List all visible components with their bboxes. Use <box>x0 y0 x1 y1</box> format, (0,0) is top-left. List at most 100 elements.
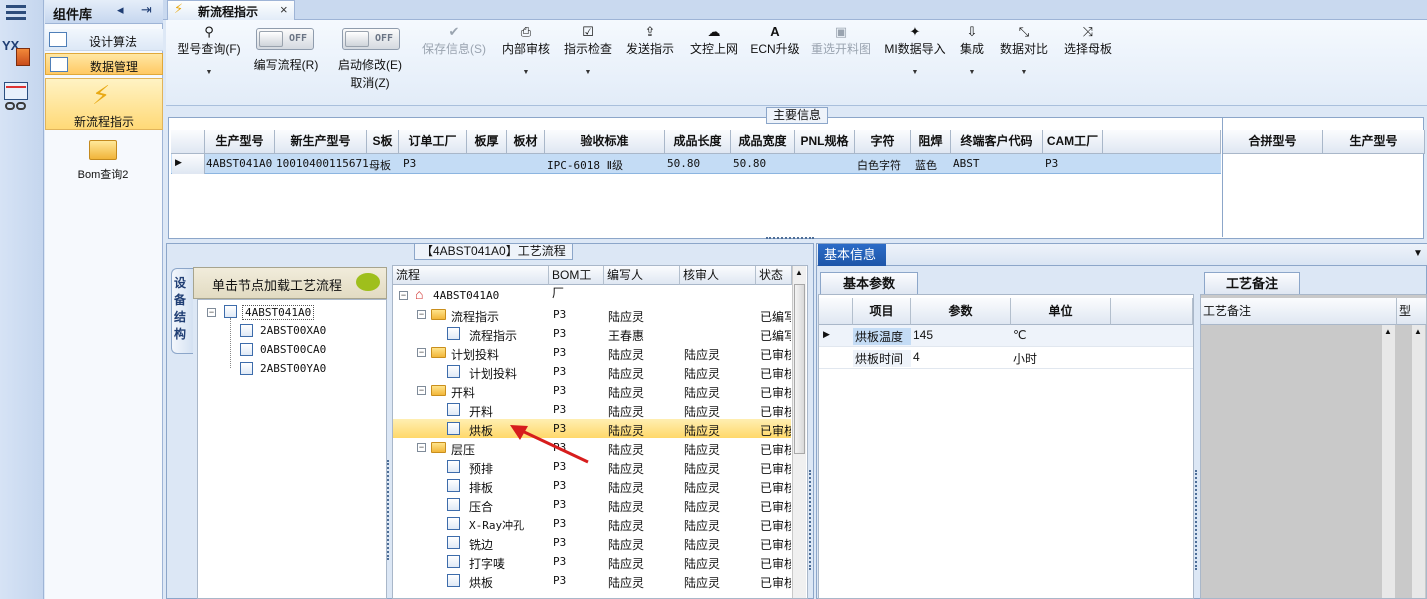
cell-bom[interactable]: P3 <box>553 574 566 587</box>
cell-reviewer[interactable]: 陆应灵 <box>684 555 720 572</box>
collapse-icon[interactable]: − <box>399 291 408 300</box>
column-header[interactable]: 阻焊 <box>911 130 951 154</box>
param-unit[interactable]: 小时 <box>1011 350 1111 367</box>
tree-grid-row[interactable]: 排板 P3 陆应灵 陆应灵 已审核 <box>393 476 791 495</box>
splitter-handle[interactable] <box>1195 470 1199 570</box>
collapse-icon[interactable]: − <box>417 443 426 452</box>
tab-basic-info[interactable]: 基本信息 <box>818 244 886 266</box>
internal-review-button[interactable]: ⎙ 内部审核 ▼ <box>500 24 552 76</box>
table-row[interactable]: 烘板时间 4 小时 <box>819 347 1193 369</box>
calendar-tool-icon[interactable] <box>4 82 30 112</box>
cell-writer[interactable]: 陆应灵 <box>608 574 644 591</box>
tree-grid-row[interactable]: − 流程指示 P3 陆应灵 已编写 <box>393 305 791 324</box>
column-header[interactable]: 单位 <box>1011 298 1111 325</box>
cell-status[interactable]: 已审核 <box>760 441 791 458</box>
cell-writer[interactable]: 陆应灵 <box>608 365 644 382</box>
cell-writer[interactable]: 陆应灵 <box>608 403 644 420</box>
cell-name[interactable]: 打字唛 <box>469 555 505 572</box>
instruction-check-button[interactable]: ☑ 指示检查 ▼ <box>562 24 614 76</box>
cell-name[interactable]: 排板 <box>469 479 493 496</box>
column-header[interactable]: 状态 <box>756 266 792 285</box>
sidebar-item-design-algorithm[interactable]: 设计算法 <box>45 29 163 51</box>
table-cell[interactable]: IPC-6018 Ⅱ级 <box>547 157 623 173</box>
cell-name[interactable]: 开料 <box>469 403 493 420</box>
cell-bom[interactable]: P3 <box>553 517 566 530</box>
cell-reviewer[interactable]: 陆应灵 <box>684 346 720 363</box>
cell-bom[interactable]: P3 <box>553 536 566 549</box>
cell-status[interactable]: 已审核 <box>760 574 791 591</box>
tree-node[interactable]: 0ABST00CA0 <box>260 343 326 356</box>
ecn-upgrade-button[interactable]: A ECN升级 <box>750 24 800 57</box>
cell-bom[interactable]: P3 <box>553 365 566 378</box>
cell-bom[interactable]: P3 <box>553 479 566 492</box>
start-modify-toggle[interactable]: OFF <box>342 28 400 50</box>
cell-reviewer[interactable]: 陆应灵 <box>684 498 720 515</box>
tab-new-flow-instruction[interactable]: ⚡ 新流程指示 × <box>167 0 295 20</box>
save-info-button[interactable]: ✔ 保存信息(S) <box>418 24 490 57</box>
cell-writer[interactable]: 陆应灵 <box>608 460 644 477</box>
vertical-scrollbar[interactable]: ▲ <box>1411 325 1425 598</box>
chevron-down-icon[interactable]: ▼ <box>500 69 552 76</box>
tree-grid-row[interactable]: − 计划投料 P3 陆应灵 陆应灵 已审核 <box>393 343 791 362</box>
tree-grid-row[interactable]: 烘板 P3 陆应灵 陆应灵 已审核 <box>393 571 791 590</box>
cell-name[interactable]: 流程指示 <box>451 308 499 325</box>
tab-process-remarks[interactable]: 工艺备注 <box>1204 272 1300 294</box>
tree-grid-row[interactable]: 打字唛 P3 陆应灵 陆应灵 已审核 <box>393 552 791 571</box>
column-header[interactable]: 成品宽度 <box>731 130 795 154</box>
tree-node-root[interactable]: 4ABST041A0 <box>242 305 315 320</box>
tab-equipment-structure[interactable]: 设备结构 <box>171 268 193 354</box>
cell-bom[interactable]: P3 <box>553 308 566 321</box>
column-header[interactable]: 板材 <box>507 130 545 154</box>
cell-reviewer[interactable]: 陆应灵 <box>684 517 720 534</box>
scroll-up-icon[interactable]: ▲ <box>1384 327 1392 336</box>
table-cell[interactable]: 10010400115671 <box>276 157 369 170</box>
column-header[interactable]: 合拼型号 <box>1223 130 1323 154</box>
vertical-scrollbar[interactable]: ▲ <box>1381 325 1395 598</box>
cell-writer[interactable]: 陆应灵 <box>608 422 644 439</box>
cell-name[interactable]: 烘板 <box>469 574 493 591</box>
cell-bom[interactable]: P3 <box>553 498 566 511</box>
chevron-down-icon[interactable]: ▼ <box>562 69 614 76</box>
splitter-grip[interactable] <box>766 237 814 242</box>
cell-status[interactable]: 已审核 <box>760 422 791 439</box>
sign-in-icon[interactable]: ⇥ <box>141 2 152 18</box>
cell-writer[interactable]: 陆应灵 <box>608 384 644 401</box>
chevron-down-icon[interactable]: ▼ <box>996 69 1052 76</box>
column-header[interactable]: 成品长度 <box>665 130 731 154</box>
param-value[interactable]: 145 <box>911 328 1011 342</box>
cell-reviewer[interactable]: 陆应灵 <box>684 384 720 401</box>
cell-bom[interactable]: P3 <box>553 384 566 397</box>
column-header[interactable]: 验收标准 <box>545 130 665 154</box>
column-header[interactable]: 编写人 <box>604 266 680 285</box>
tree-grid-row[interactable]: X-Ray冲孔 P3 陆应灵 陆应灵 已审核 <box>393 514 791 533</box>
table-cell[interactable]: 母板 <box>369 157 391 173</box>
tree-grid-row[interactable]: − ⌂ 4ABST041A0 <box>393 286 791 305</box>
table-cell[interactable]: 4ABST041A0 <box>206 157 272 170</box>
cell-name[interactable]: 计划投料 <box>451 346 499 363</box>
cancel-button[interactable]: 取消(Z) <box>330 74 410 91</box>
cell-writer[interactable]: 王春惠 <box>608 327 644 344</box>
cell-status[interactable]: 已审核 <box>760 365 791 382</box>
collapse-icon[interactable]: − <box>417 386 426 395</box>
column-header[interactable]: 参数 <box>911 298 1011 325</box>
column-header[interactable]: 新生产型号 <box>275 130 367 154</box>
chevron-left-icon[interactable]: ◂ <box>117 2 124 18</box>
cell-writer[interactable]: 陆应灵 <box>608 308 644 325</box>
cell-name[interactable]: 开料 <box>451 384 475 401</box>
cell-reviewer[interactable]: 陆应灵 <box>684 479 720 496</box>
close-icon[interactable]: × <box>280 2 288 17</box>
cell-name[interactable]: 4ABST041A0 <box>433 289 499 302</box>
column-header[interactable]: S板 <box>367 130 399 154</box>
cell-name[interactable]: X-Ray冲孔 <box>469 517 524 533</box>
cell-bom[interactable]: P3 <box>553 346 566 359</box>
cell-status[interactable]: 已审核 <box>760 479 791 496</box>
scroll-up-icon[interactable]: ▲ <box>795 268 803 277</box>
tab-basic-params[interactable]: 基本参数 <box>820 272 918 294</box>
table-row[interactable]: ▶ 烘板温度 145 ℃ <box>819 325 1193 347</box>
collapse-icon[interactable]: − <box>417 310 426 319</box>
cell-reviewer[interactable]: 陆应灵 <box>684 422 720 439</box>
splitter-handle[interactable] <box>809 470 813 570</box>
column-header[interactable]: 核审人 <box>680 266 756 285</box>
cell-reviewer[interactable]: 陆应灵 <box>684 365 720 382</box>
tree-grid-row[interactable]: 计划投料 P3 陆应灵 陆应灵 已审核 <box>393 362 791 381</box>
